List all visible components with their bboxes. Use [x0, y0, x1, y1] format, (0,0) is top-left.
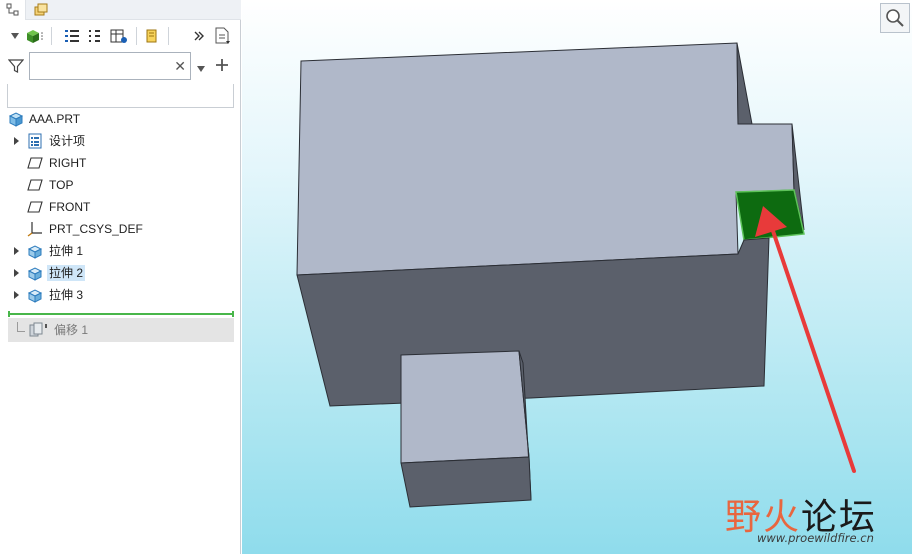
tree-filter-icon	[89, 30, 100, 42]
plus-icon	[216, 59, 228, 71]
tree-header-strip	[7, 84, 234, 108]
model-3d-view[interactable]	[242, 0, 912, 554]
suppressed-item-label: 偏移 1	[54, 323, 89, 337]
extrude-icon	[27, 245, 43, 259]
tree-list-icon	[65, 30, 79, 42]
table-settings-button[interactable]	[108, 26, 130, 46]
tree-item-label: 设计项	[49, 134, 86, 148]
expand-arrow-icon[interactable]	[12, 269, 20, 277]
show-dropdown-button[interactable]	[9, 26, 21, 46]
datum-plane-icon	[27, 179, 43, 191]
triangle-down-icon	[197, 66, 205, 72]
tree-item-label: FRONT	[49, 200, 91, 214]
filter-dropdown-button[interactable]	[196, 62, 206, 76]
green-cube-icon	[27, 30, 43, 43]
annotation-arrow-line	[770, 226, 856, 473]
settings-button[interactable]	[212, 26, 232, 46]
tree-connector	[17, 322, 25, 332]
tree-item-label: 拉伸 2	[47, 265, 86, 281]
main-block-top-face[interactable]	[296, 42, 795, 276]
layers-icon	[34, 3, 48, 16]
extrude-icon	[27, 289, 43, 303]
model-tree-panel: ✕ AAA.PRT 设计项 RIGHT TOP FRONT PRT_CSYS_D…	[0, 0, 241, 554]
tree-item-right[interactable]: RIGHT	[0, 152, 241, 174]
tree-expand-button[interactable]	[62, 26, 82, 46]
tree-item-csys[interactable]: PRT_CSYS_DEF	[0, 218, 241, 240]
zoom-fit-button[interactable]	[880, 3, 910, 33]
tree-item-extrude-2[interactable]: 拉伸 2	[0, 262, 241, 284]
tree-root-item[interactable]: AAA.PRT	[0, 108, 241, 130]
filter-row: ✕	[0, 52, 241, 82]
filter-funnel-icon[interactable]	[7, 58, 25, 77]
tree-item-extrude-1[interactable]: 拉伸 1	[0, 240, 241, 262]
display-style-button[interactable]	[24, 26, 44, 46]
extrude-icon	[27, 267, 43, 281]
csys-icon	[27, 222, 42, 237]
navigator-tabs	[0, 0, 241, 20]
overflow-button[interactable]	[192, 26, 206, 46]
part-icon	[8, 112, 24, 127]
double-chevron-right-icon	[194, 31, 204, 41]
add-filter-button[interactable]	[215, 58, 229, 75]
expand-arrow-icon[interactable]	[12, 137, 20, 145]
tree-item-label: RIGHT	[49, 156, 87, 170]
forum-watermark: 野火论坛 www.proewildfire.cn	[725, 488, 905, 548]
table-gear-icon	[110, 29, 127, 43]
triangle-down-icon	[11, 33, 19, 39]
tree-root-label: AAA.PRT	[29, 112, 81, 126]
tree-item-label: 拉伸 1	[49, 244, 84, 258]
tab-model-tree[interactable]	[0, 0, 26, 20]
magnifier-icon	[886, 9, 904, 27]
main-block-right-face-upper[interactable]	[736, 42, 753, 125]
tree-item-top[interactable]: TOP	[0, 174, 241, 196]
layer-list-icon	[28, 133, 42, 149]
datum-plane-icon	[27, 157, 43, 169]
search-field[interactable]: ✕	[29, 52, 191, 80]
clear-search-icon[interactable]: ✕	[174, 58, 186, 74]
tree-item-front[interactable]: FRONT	[0, 196, 241, 218]
datum-plane-icon	[27, 201, 43, 213]
settings-doc-icon	[215, 27, 230, 44]
graphics-viewport[interactable]: 野火论坛 www.proewildfire.cn	[242, 0, 912, 554]
model-tree-icon	[6, 3, 18, 16]
annotations-button[interactable]	[143, 26, 161, 46]
tree-item-extrude-3[interactable]: 拉伸 3	[0, 284, 241, 306]
tree-item-label: TOP	[49, 178, 74, 192]
search-input[interactable]	[30, 53, 170, 79]
offset-icon	[29, 322, 47, 337]
model-tree-toolbar	[0, 22, 241, 50]
watermark-url: www.proewildfire.cn	[757, 531, 874, 545]
tree-columns-button[interactable]	[85, 26, 103, 46]
note-icon	[146, 29, 157, 43]
tab-folder-browser[interactable]	[28, 0, 54, 20]
boss-top-face[interactable]	[400, 350, 530, 464]
tree-item-label: 拉伸 3	[49, 288, 84, 302]
tree-item-offset-1[interactable]: 偏移 1	[8, 318, 234, 342]
tree-item-design-items[interactable]: 设计项	[0, 130, 241, 152]
boss-front-face[interactable]	[400, 456, 532, 508]
tree-item-label: PRT_CSYS_DEF	[49, 222, 143, 236]
insert-here-marker[interactable]	[8, 311, 234, 317]
expand-arrow-icon[interactable]	[12, 247, 20, 255]
expand-arrow-icon[interactable]	[12, 291, 20, 299]
